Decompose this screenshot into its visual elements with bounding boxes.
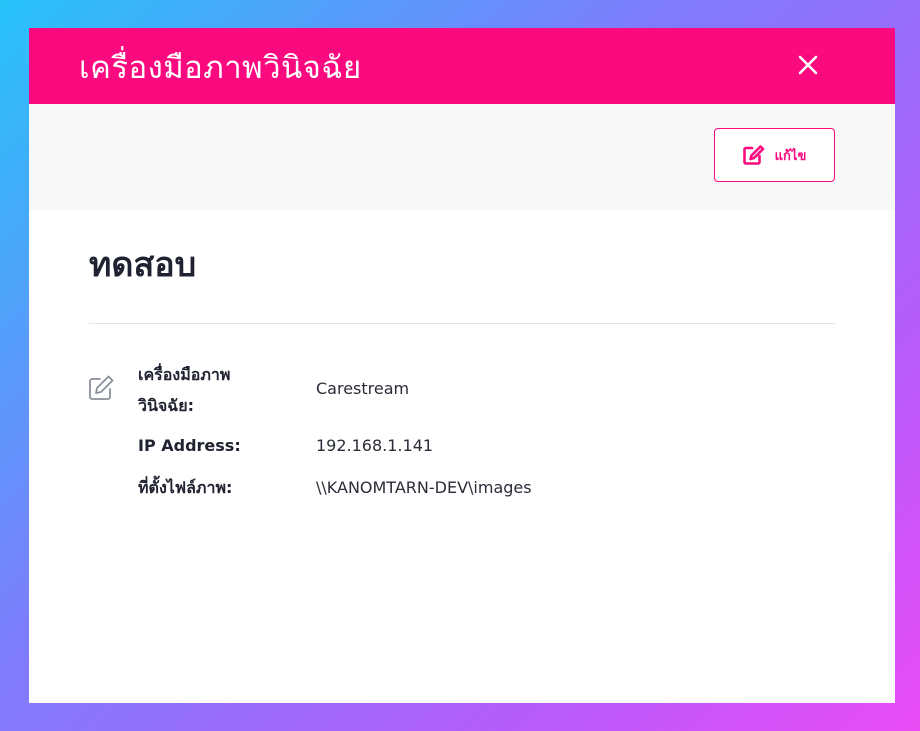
edit-icon (742, 145, 764, 165)
dialog-header: เครื่องมือภาพวินิจฉัย (29, 28, 895, 104)
dialog-title: เครื่องมือภาพวินิจฉัย (79, 50, 362, 86)
dialog-toolbar: แก้ไข (29, 104, 895, 210)
record-title: ทดสอบ (89, 245, 197, 285)
edit-button[interactable]: แก้ไข (714, 128, 835, 182)
close-button[interactable] (791, 48, 825, 82)
divider (89, 323, 835, 324)
close-icon (798, 55, 818, 75)
edit-button-label: แก้ไข (774, 148, 807, 164)
dialog: เครื่องมือภาพวินิจฉัย แก้ไข ทดสอบ เครื่อ… (29, 28, 895, 703)
field-value-path: \\KANOMTARN-DEV\images (316, 478, 532, 497)
field-label-ip: IP Address: (138, 436, 241, 455)
field-label-device-line2: วินิจฉัย: (138, 396, 194, 415)
edit-icon (89, 375, 114, 400)
field-label-device: เครื่องมือภาพ (138, 365, 231, 384)
field-label-path: ที่ตั้งไฟล์ภาพ: (138, 478, 233, 497)
field-value-ip: 192.168.1.141 (316, 436, 434, 455)
field-value-device: Carestream (316, 379, 410, 398)
